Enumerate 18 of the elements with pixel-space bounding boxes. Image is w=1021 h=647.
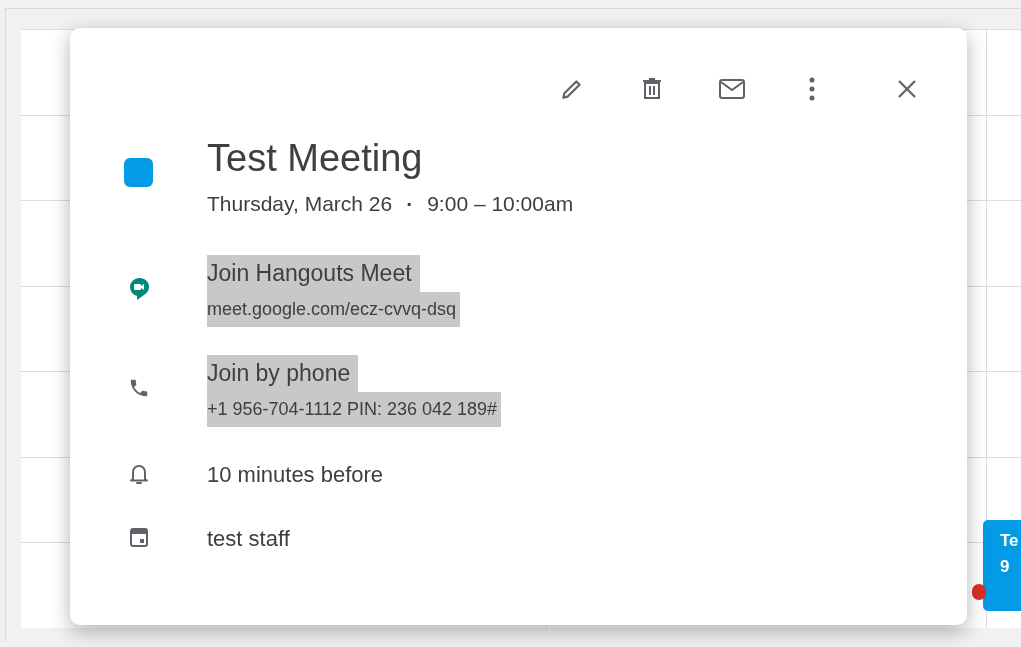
detail-subtitle: meet.google.com/ecz-cvvq-dsq: [207, 291, 461, 327]
trash-icon: [641, 77, 663, 101]
event-chip-title: Te: [1000, 530, 1020, 552]
detail-subtitle: +1 956-704-1112 PIN: 236 042 189#: [207, 391, 502, 427]
close-icon: [896, 78, 918, 100]
event-date: Thursday, March 26: [207, 191, 393, 217]
envelope-icon: [718, 78, 746, 100]
detail-title[interactable]: Join Hangouts Meet: [207, 254, 420, 292]
detail-title[interactable]: Join by phone: [207, 354, 359, 392]
detail-text: test staff: [207, 524, 290, 553]
video-chat-icon: [128, 276, 149, 301]
event-chip-time: 9: [1000, 556, 1011, 578]
event-title: Test Meeting: [207, 136, 424, 181]
event-time: 9:00 – 10:00am: [427, 191, 574, 217]
more-icon: [808, 76, 816, 102]
detail-text: 10 minutes before: [207, 460, 384, 489]
calendar-icon: [128, 525, 149, 548]
separator-dot: ·: [406, 191, 414, 217]
